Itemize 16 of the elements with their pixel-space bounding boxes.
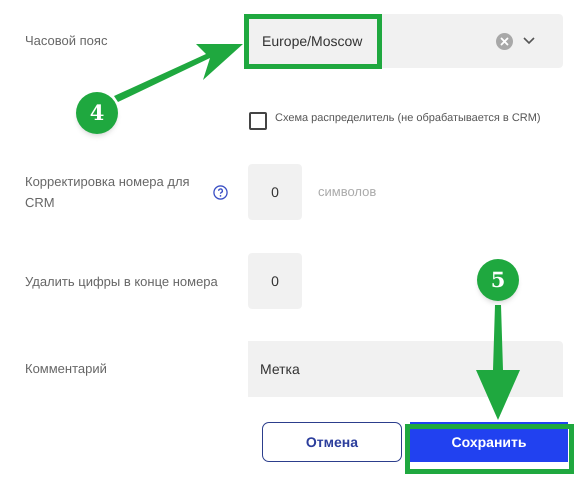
number-field[interactable]: 0 [248, 164, 302, 220]
step-badge: 4 [76, 92, 118, 134]
cancel-button[interactable]: Отмена [262, 422, 402, 462]
unit-label: символов [318, 183, 376, 202]
number-field[interactable]: 0 [248, 253, 302, 309]
chevron-down-icon[interactable] [523, 37, 535, 45]
field-label: Удалить цифры в конце номера [25, 272, 219, 291]
field-label: Комментарий [24, 360, 108, 378]
step-badge: 5 [477, 259, 519, 301]
field-label: Часовой пояс [24, 32, 108, 50]
help-icon[interactable] [213, 184, 228, 200]
checkbox-label: Схема распределитель (не обрабатывается в CRM) [275, 111, 542, 126]
checkbox[interactable] [249, 112, 267, 130]
comment-field[interactable]: Метка [248, 341, 563, 397]
timezone-select[interactable]: Europe/Moscow [248, 14, 563, 68]
field-label: Корректировка номера для CRM [25, 173, 190, 212]
